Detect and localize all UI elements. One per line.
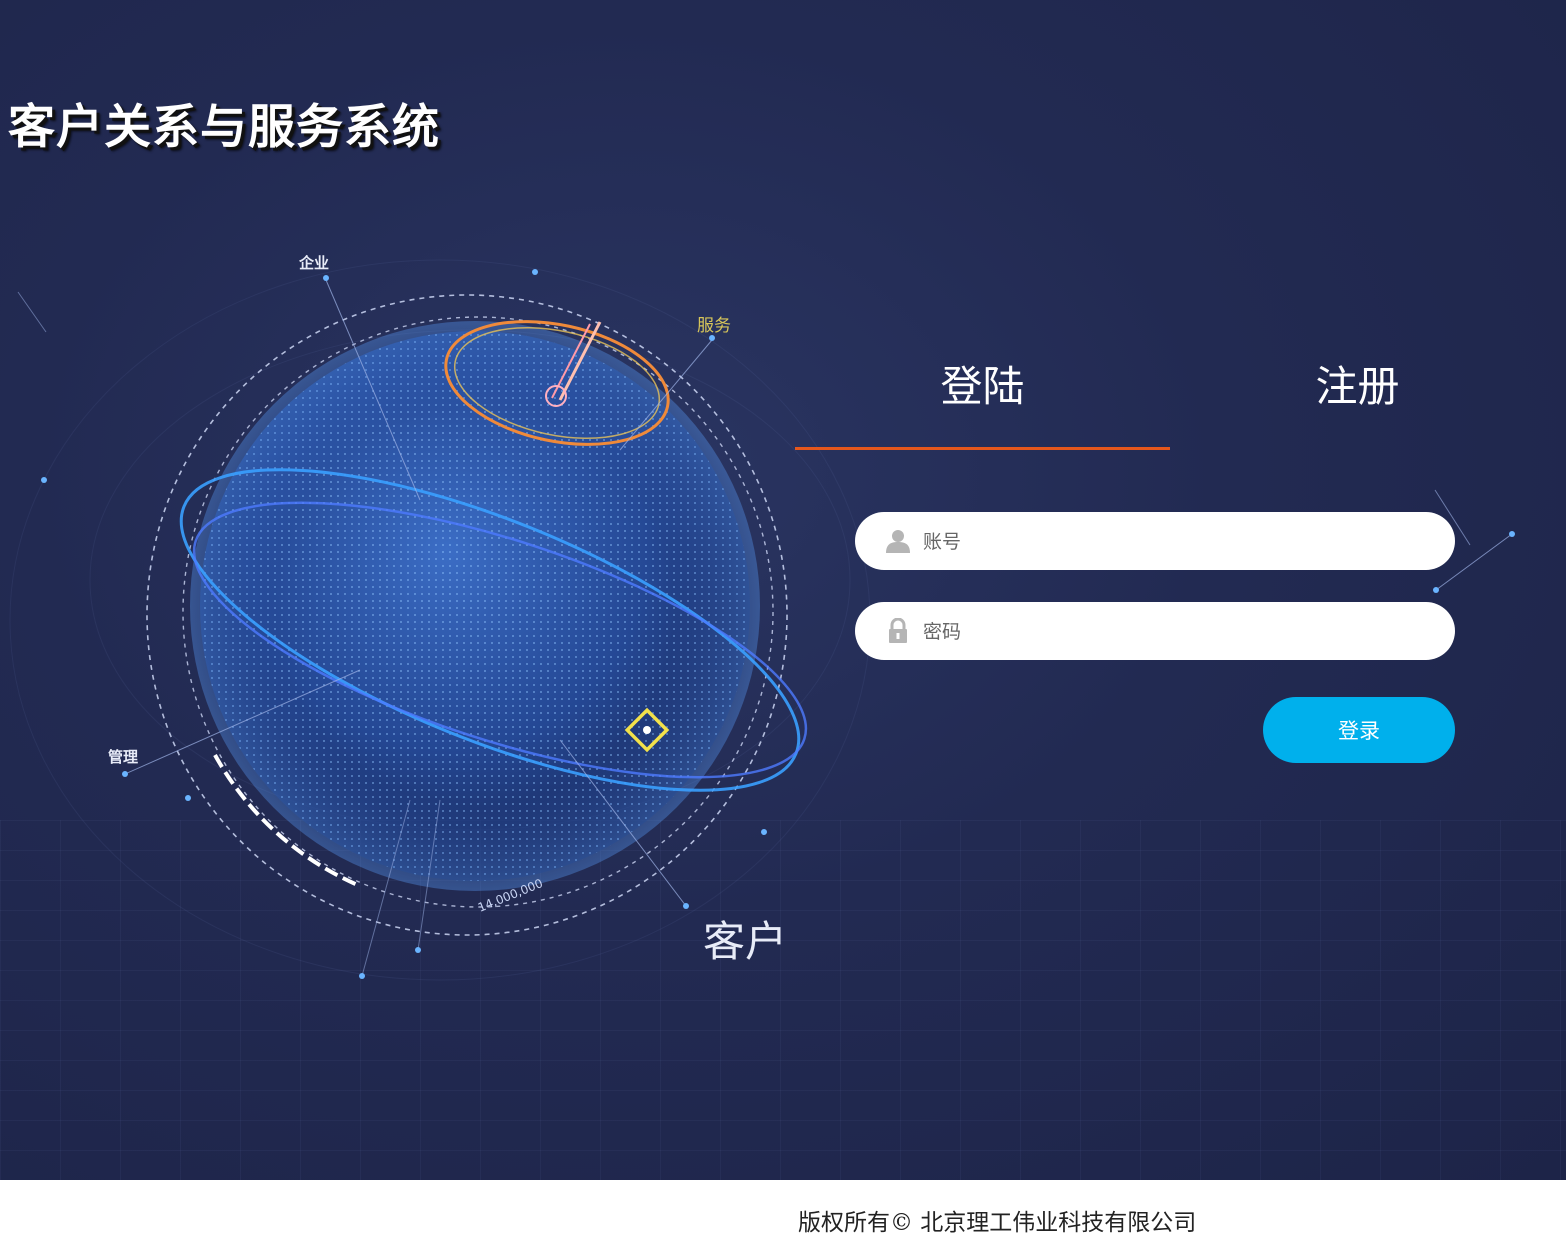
node-dot bbox=[359, 973, 365, 979]
hero-background: 客户关系与服务系统 14,000,000 企业 服务 管理 客户 登陆 注册 账… bbox=[0, 0, 1566, 1180]
node-dot bbox=[185, 795, 191, 801]
node-dot bbox=[122, 771, 128, 777]
globe-illustration: 14,000,000 bbox=[9, 259, 871, 981]
login-button[interactable]: 登录 bbox=[1263, 697, 1455, 763]
label-customer: 客户 bbox=[703, 917, 788, 966]
footer bbox=[0, 1180, 1566, 1246]
label-manage: 管理 bbox=[108, 748, 139, 766]
tab-register[interactable]: 注册 bbox=[1170, 345, 1545, 449]
node-dot bbox=[761, 829, 767, 835]
label-service: 服务 bbox=[697, 316, 731, 336]
node-dot bbox=[41, 477, 47, 483]
node-dot bbox=[683, 903, 689, 909]
node-dot bbox=[415, 947, 421, 953]
user-icon bbox=[886, 530, 910, 553]
password-input[interactable] bbox=[921, 612, 1425, 652]
label-enterprise: 企业 bbox=[299, 254, 330, 272]
password-field[interactable] bbox=[855, 602, 1455, 660]
node-dot bbox=[323, 275, 329, 281]
auth-tabs: 登陆 注册 bbox=[795, 345, 1545, 455]
account-input[interactable] bbox=[921, 522, 1425, 562]
account-field[interactable] bbox=[855, 512, 1455, 570]
node-dot bbox=[532, 269, 538, 275]
lock-icon bbox=[889, 618, 907, 643]
tab-login[interactable]: 登陆 bbox=[795, 345, 1170, 449]
copyright-text: 版权所有© 北京理工伟业科技有限公司 bbox=[798, 1210, 1197, 1236]
app-title: 客户关系与服务系统 bbox=[8, 100, 440, 155]
active-tab-indicator bbox=[795, 447, 1170, 450]
